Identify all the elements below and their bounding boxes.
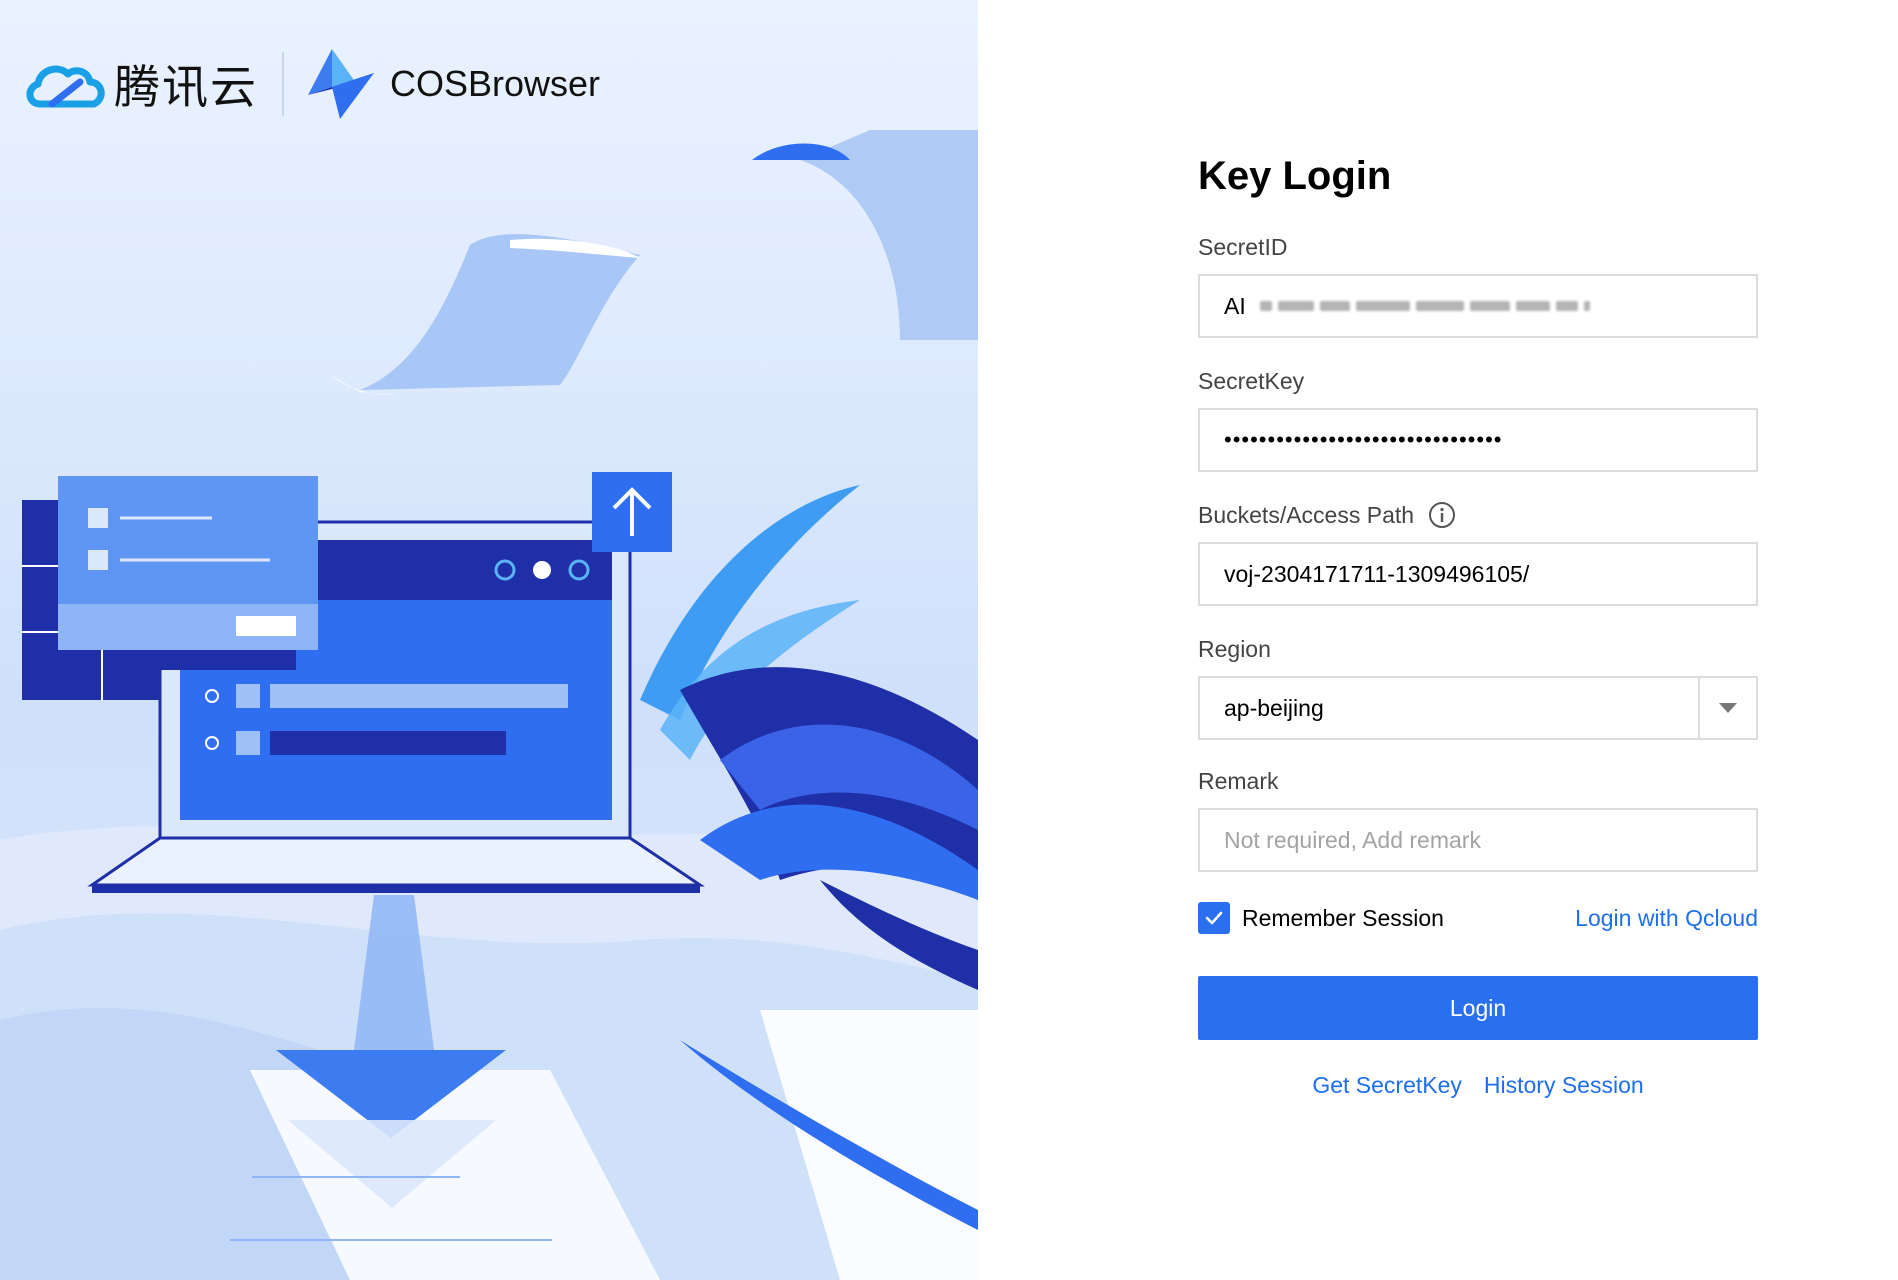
cos-browser-icon (308, 49, 374, 119)
secretkey-label: SecretKey (1198, 368, 1305, 394)
bucket-path-label-row: Buckets/Access Path (1198, 500, 1758, 530)
region-dropdown-toggle[interactable] (1698, 678, 1756, 738)
secretkey-input[interactable]: •••••••••••••••••••••••••••••••• (1198, 408, 1758, 472)
remark-placeholder: Not required, Add remark (1224, 826, 1481, 853)
bucket-path-label: Buckets/Access Path (1198, 502, 1415, 528)
illustration-panel: 腾讯云 COSBrowser (0, 0, 978, 1280)
key-login-form: Key Login SecretID AI SecretKey ••••••••… (1198, 150, 1758, 1099)
hero-illustration (0, 130, 978, 1280)
app-name: COSBrowser (390, 63, 601, 104)
secretkey-masked-value: •••••••••••••••••••••••••••••••• (1224, 427, 1503, 452)
history-session-link[interactable]: History Session (1484, 1072, 1644, 1099)
brand-header: 腾讯云 COSBrowser (22, 46, 600, 122)
check-icon (1205, 911, 1223, 925)
page-title: Key Login (1198, 154, 1392, 198)
bucket-path-value: voj-2304171711-1309496105/ (1224, 560, 1530, 587)
login-with-qcloud-link[interactable]: Login with Qcloud (1575, 905, 1758, 932)
bucket-path-input[interactable]: voj-2304171711-1309496105/ (1198, 542, 1758, 606)
login-button[interactable]: Login (1198, 976, 1758, 1040)
region-label: Region (1198, 636, 1271, 662)
options-row: Remember Session Login with Qcloud (1198, 902, 1758, 934)
secretid-label: SecretID (1198, 234, 1288, 260)
remember-session-checkbox[interactable] (1198, 902, 1230, 934)
remark-input[interactable]: Not required, Add remark (1198, 808, 1758, 872)
region-value: ap-beijing (1224, 694, 1324, 721)
brand-divider (282, 52, 284, 116)
remark-label: Remark (1198, 768, 1279, 794)
remember-session[interactable]: Remember Session (1198, 902, 1444, 934)
login-panel: Key Login SecretID AI SecretKey ••••••••… (978, 0, 1898, 1280)
tencent-cloud-name: 腾讯云 (114, 60, 258, 114)
region-select[interactable]: ap-beijing (1198, 676, 1758, 740)
remember-session-label: Remember Session (1242, 904, 1444, 931)
tencent-cloud-icon (26, 65, 105, 108)
get-secretkey-link[interactable]: Get SecretKey (1312, 1072, 1462, 1099)
secretid-input[interactable]: AI (1198, 274, 1758, 338)
secretid-blurred-value (1259, 301, 1590, 311)
info-icon[interactable] (1428, 501, 1456, 529)
footer-links: Get SecretKey History Session (1198, 1072, 1758, 1099)
chevron-down-icon (1719, 703, 1737, 713)
secretid-value: AI (1224, 292, 1246, 319)
